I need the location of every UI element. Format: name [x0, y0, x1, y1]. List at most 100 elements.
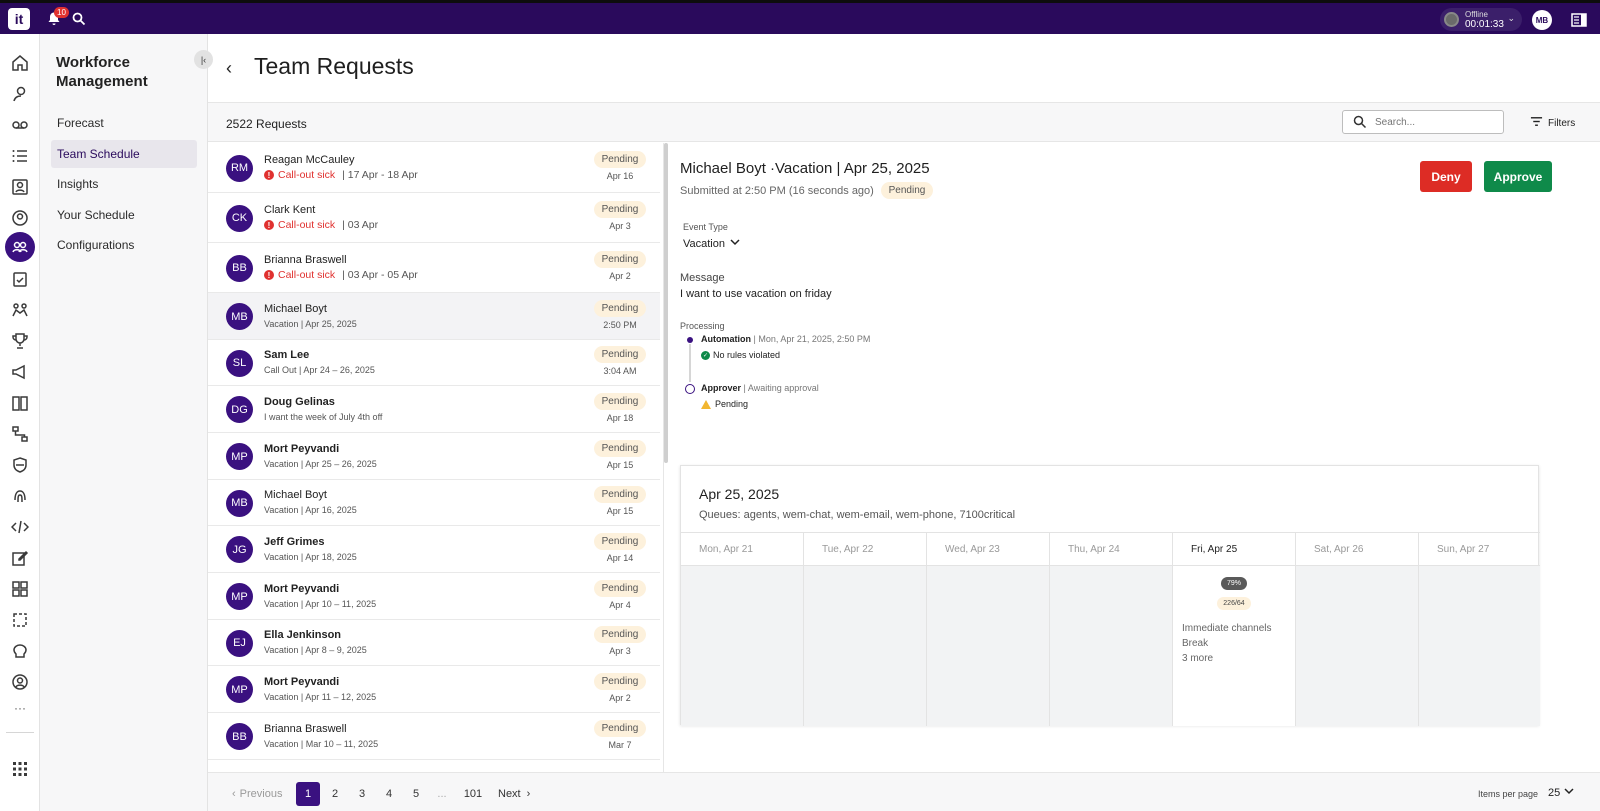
supervisor-icon[interactable]	[9, 671, 31, 693]
requester-name: Mort Peyvandi	[264, 675, 340, 688]
page-101[interactable]: 101	[458, 782, 488, 806]
shield-icon[interactable]	[9, 454, 31, 476]
request-row[interactable]: JG Jeff Grimes Vacation | Apr 18, 2025 Pend…	[208, 526, 660, 573]
home-icon[interactable]	[9, 52, 31, 74]
list-icon[interactable]	[9, 145, 31, 167]
side-panel-icon[interactable]	[1571, 12, 1587, 28]
request-row[interactable]: CK Clark Kent! Call-out sick | 03 Apr Pendi…	[208, 193, 660, 243]
dashboard-grid-icon[interactable]	[9, 578, 31, 600]
status-badge: Pending	[594, 392, 646, 410]
requester-name: Reagan McCauley	[264, 154, 355, 166]
search-field[interactable]	[1342, 110, 1504, 134]
calendar-day-cell[interactable]	[1050, 566, 1173, 726]
avatar: BB	[226, 723, 253, 750]
status-badge: Pending	[594, 299, 646, 317]
alert-icon: !	[264, 170, 274, 180]
top-bar: it 10 Offline 00:01:33 ⌄ MB	[0, 0, 1600, 34]
presence-timer: 00:01:33	[1465, 18, 1504, 30]
calendar-day-cell[interactable]	[927, 566, 1050, 726]
items-per-page-select[interactable]: 25	[1548, 786, 1574, 799]
user-avatar[interactable]: MB	[1532, 10, 1552, 30]
request-summary: I want the week of July 4th off	[264, 411, 383, 422]
request-row[interactable]: DG Doug Gelinas I want the week of July 4t…	[208, 386, 660, 433]
request-type: Call-out sick	[278, 169, 336, 181]
request-row[interactable]: MP Mort Peyvandi Vacation | Apr 25 – 26, 2…	[208, 433, 660, 480]
request-row[interactable]: MB Michael Boyt Vacation | Apr 25, 2025 Pen…	[208, 293, 660, 340]
fingerprint-icon[interactable]	[9, 485, 31, 507]
side-nav: Workforce Management |‹ Forecast Team Sc…	[40, 34, 213, 811]
step-connector	[689, 344, 691, 382]
page-5[interactable]: 5	[404, 782, 428, 806]
next-page-button[interactable]: Next ›	[498, 782, 530, 806]
event-type-select[interactable]: Vacation	[683, 237, 740, 250]
request-row[interactable]: MP Mort Peyvandi Vacation | Apr 11 – 12, 2…	[208, 666, 660, 713]
voicemail-icon[interactable]	[9, 114, 31, 136]
people-group-icon[interactable]	[9, 299, 31, 321]
calendar-day-cell[interactable]	[1296, 566, 1419, 726]
agent-headset-icon[interactable]	[9, 207, 31, 229]
request-row[interactable]: SL Sam Lee Call Out | Apr 24 – 26, 2025 Pen…	[208, 340, 660, 386]
page-4[interactable]: 4	[377, 782, 401, 806]
calendar-day-cell[interactable]	[681, 566, 804, 726]
nav-item-configurations[interactable]: Configurations	[51, 231, 197, 259]
page-title: Team Requests	[254, 53, 414, 79]
megaphone-icon[interactable]	[9, 361, 31, 383]
request-row[interactable]: RM Reagan McCauley! Call-out sick | 17 Apr…	[208, 143, 660, 193]
request-summary: Vacation | Apr 18, 2025	[264, 551, 357, 562]
calendar-queues: Queues: agents, wem-chat, wem-email, wem…	[699, 509, 1016, 521]
search-icon	[1353, 115, 1367, 129]
clipboard-check-icon[interactable]	[9, 268, 31, 290]
nav-item-your-schedule[interactable]: Your Schedule	[51, 201, 197, 229]
request-row[interactable]: BB Brianna Braswell! Call-out sick | 03 Ap…	[208, 243, 660, 293]
calendar-day-header: Tue, Apr 22	[804, 533, 927, 566]
app-logo[interactable]: it	[8, 8, 30, 30]
calendar-day-header: Thu, Apr 24	[1050, 533, 1173, 566]
more-icon[interactable]: ···	[9, 697, 31, 719]
contact-card-icon[interactable]	[9, 176, 31, 198]
request-dates: | 03 Apr - 05 Apr	[339, 269, 418, 281]
book-icon[interactable]	[9, 392, 31, 414]
filter-icon	[1530, 115, 1543, 131]
previous-page-button[interactable]: ‹ Previous	[232, 782, 282, 806]
brain-icon[interactable]	[9, 640, 31, 662]
nav-item-team-schedule[interactable]: Team Schedule	[51, 140, 197, 168]
approver-state: Awaiting approval	[747, 383, 819, 393]
calendar-day-cell[interactable]	[1419, 566, 1540, 726]
module-title: Workforce Management	[56, 54, 148, 90]
items-per-page-value: 25	[1548, 786, 1561, 799]
search-input[interactable]	[1375, 116, 1495, 128]
filters-button[interactable]: Filters	[1530, 115, 1575, 131]
calendar-day-cell[interactable]: 79% 226/64 Immediate channels Break 3 more	[1173, 566, 1296, 726]
request-row[interactable]: MB Michael Boyt Vacation | Apr 16, 2025 Pen…	[208, 480, 660, 526]
more-events-link[interactable]: 3 more	[1182, 653, 1213, 664]
page-1[interactable]: 1	[296, 782, 320, 806]
calendar-day-cell[interactable]	[804, 566, 927, 726]
request-type: Call-out sick	[278, 219, 336, 231]
deny-button[interactable]: Deny	[1420, 161, 1472, 192]
flow-icon[interactable]	[9, 423, 31, 445]
trophy-icon[interactable]	[9, 330, 31, 352]
request-row[interactable]: BB Brianna Braswell Vacation | Mar 10 – 11…	[208, 713, 660, 760]
requester-name: Mort Peyvandi	[264, 442, 340, 455]
code-icon[interactable]	[9, 516, 31, 538]
agent-assist-icon[interactable]	[9, 83, 31, 105]
edit-form-icon[interactable]	[9, 547, 31, 569]
request-summary: Vacation | Apr 25, 2025	[264, 318, 357, 329]
frame-icon[interactable]	[9, 609, 31, 631]
avatar: CK	[226, 204, 253, 232]
nav-item-insights[interactable]: Insights	[51, 170, 197, 198]
avatar: JG	[226, 536, 253, 563]
presence-status-selector[interactable]: Offline 00:01:33 ⌄	[1440, 8, 1522, 31]
request-row[interactable]: EJ Ella Jenkinson Vacation | Apr 8 – 9, 20…	[208, 620, 660, 666]
nav-item-forecast[interactable]: Forecast	[51, 109, 197, 137]
search-icon[interactable]	[71, 11, 87, 27]
team-icon[interactable]	[5, 232, 35, 262]
page-3[interactable]: 3	[350, 782, 374, 806]
avatar: BB	[226, 254, 253, 282]
page-2[interactable]: 2	[323, 782, 347, 806]
app-launcher-icon[interactable]	[9, 758, 31, 780]
back-arrow-icon[interactable]: ‹	[226, 58, 232, 79]
schedule-calendar: Apr 25, 2025 Queues: agents, wem-chat, w…	[680, 465, 1540, 726]
approve-button[interactable]: Approve	[1484, 161, 1552, 192]
request-row[interactable]: MP Mort Peyvandi Vacation | Apr 10 – 11, 2…	[208, 573, 660, 620]
